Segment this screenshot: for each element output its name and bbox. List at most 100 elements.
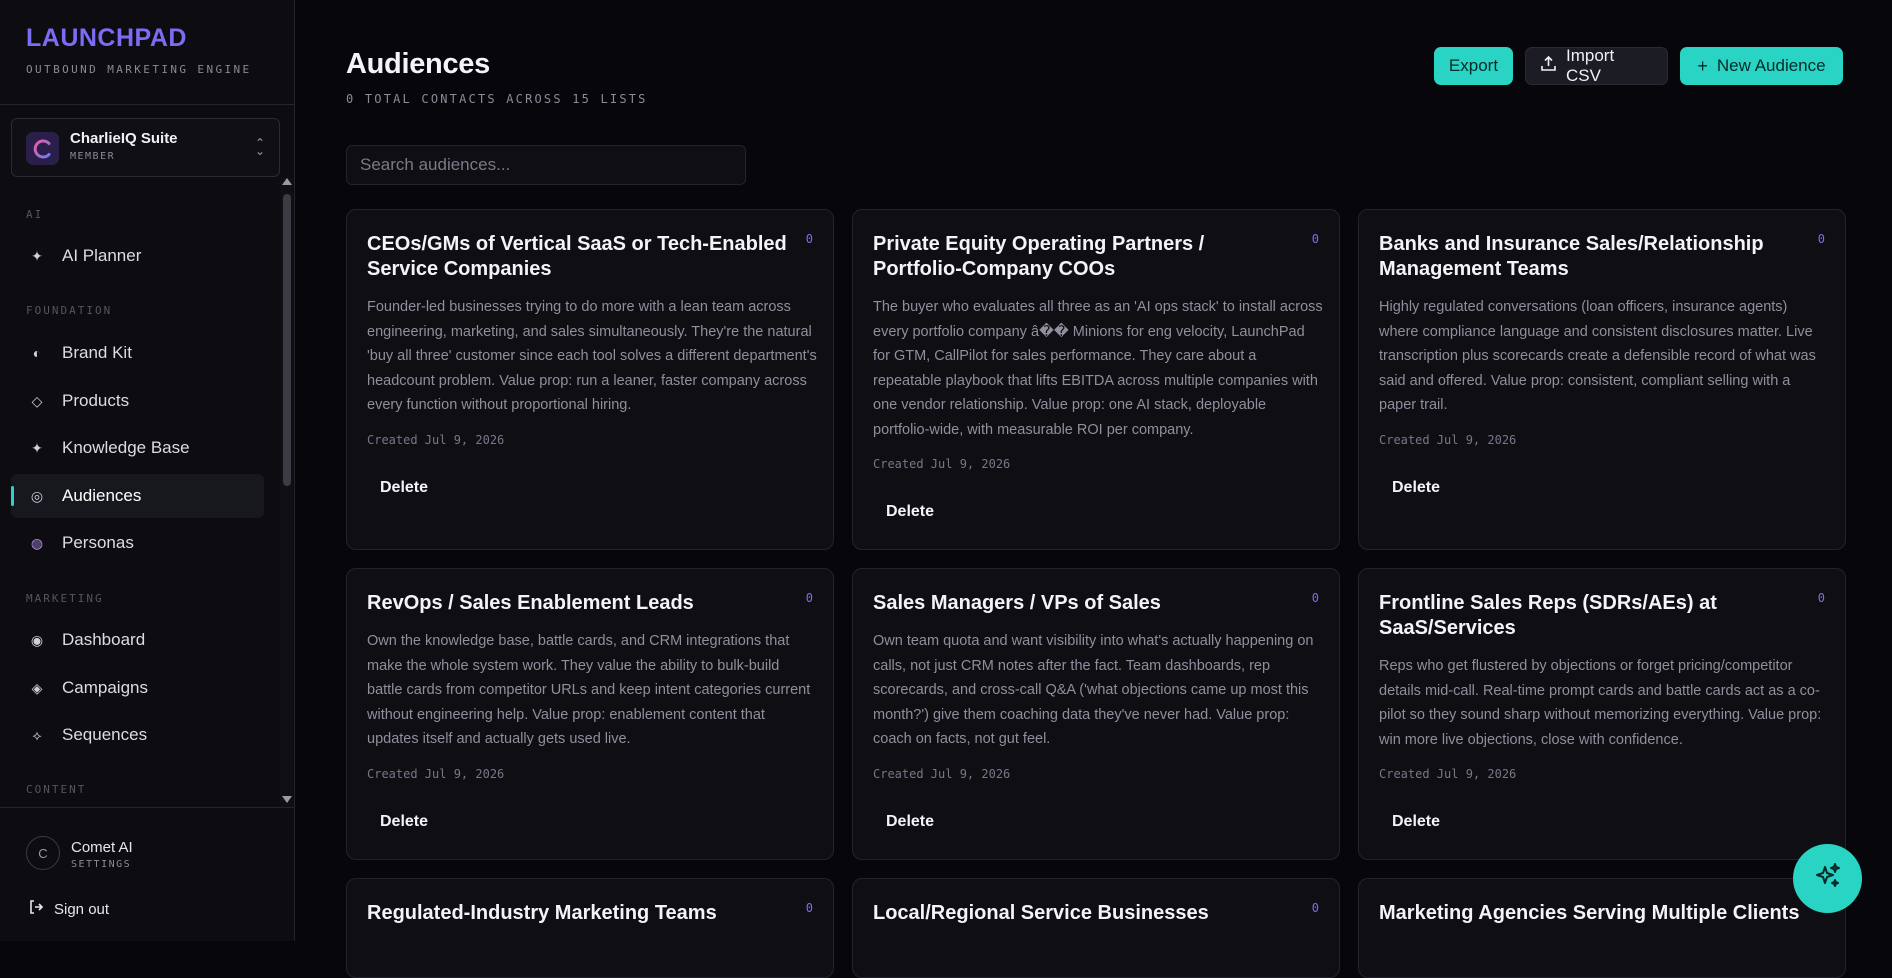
diamond-filled-icon: ◈ [31, 679, 43, 696]
sidebar-footer: C Comet AI SETTINGS Sign out [0, 807, 295, 941]
org-role: MEMBER [70, 151, 116, 162]
delete-button[interactable]: Delete [367, 471, 441, 505]
contact-count: 0 [805, 232, 813, 246]
card-title: Banks and Insurance Sales/Relationship M… [1379, 233, 1764, 280]
sparkle-icon: ✦ [31, 247, 43, 264]
sidebar-item-campaigns[interactable]: ◈ Campaigns [11, 666, 264, 710]
created-date: Created Jul 9, 2026 [873, 457, 1011, 471]
ai-assistant-button[interactable] [1793, 844, 1862, 913]
delete-button[interactable]: Delete [873, 495, 947, 529]
audience-card[interactable]: RevOps / Sales Enablement Leads 0 Own th… [346, 568, 834, 860]
delete-button[interactable]: Delete [367, 805, 441, 839]
diamond-outline-icon: ◇ [31, 392, 43, 409]
delete-button[interactable]: Delete [1379, 471, 1453, 505]
created-date: Created Jul 9, 2026 [873, 767, 1011, 781]
dot-circle-icon: ◉ [30, 631, 44, 648]
contact-count: 0 [805, 901, 813, 915]
sidebar-item-label: Dashboard [62, 630, 146, 649]
new-audience-label: New Audience [1716, 56, 1826, 75]
sidebar-item-label: Knowledge Base [62, 438, 190, 457]
card-title: Regulated-Industry Marketing Teams [367, 902, 717, 924]
card-title: Marketing Agencies Serving Multiple Clie… [1379, 902, 1800, 924]
nav-section-marketing: MARKETING [26, 592, 104, 605]
new-audience-button[interactable]: + New Audience [1680, 47, 1843, 85]
avatar[interactable]: C [26, 836, 60, 870]
audience-card[interactable]: Frontline Sales Reps (SDRs/AEs) at SaaS/… [1358, 568, 1846, 860]
nav-section-foundation: FOUNDATION [26, 304, 113, 317]
audience-card[interactable]: Banks and Insurance Sales/Relationship M… [1358, 209, 1846, 550]
audience-card[interactable]: Local/Regional Service Businesses 0 [852, 878, 1340, 978]
sidebar-item-label: Products [62, 391, 130, 410]
card-description: Own the knowledge base, battle cards, an… [367, 633, 811, 747]
import-csv-button[interactable]: Import CSV [1525, 46, 1668, 85]
settings-link[interactable]: SETTINGS [71, 859, 131, 870]
export-label: Export [1448, 56, 1499, 75]
audience-card[interactable]: CEOs/GMs of Vertical SaaS or Tech-Enable… [346, 209, 834, 550]
sidebar-item-brand-kit[interactable]: ◐ Brand Kit [11, 331, 264, 375]
sign-out-label: Sign out [54, 900, 110, 918]
created-date: Created Jul 9, 2026 [1379, 767, 1517, 781]
sidebar-item-label: Sequences [62, 725, 148, 744]
created-date: Created Jul 9, 2026 [367, 767, 505, 781]
contact-count: 0 [1311, 901, 1319, 915]
search-input[interactable] [346, 145, 746, 185]
scroll-up-icon[interactable] [282, 178, 292, 185]
delete-button[interactable]: Delete [1379, 805, 1453, 839]
sidebar-item-dashboard[interactable]: ◉ Dashboard [11, 618, 264, 662]
audience-card[interactable]: Private Equity Operating Partners / Port… [852, 209, 1340, 550]
delete-button[interactable]: Delete [873, 805, 947, 839]
card-title: Frontline Sales Reps (SDRs/AEs) at SaaS/… [1379, 592, 1717, 639]
page-subtitle: 0 TOTAL CONTACTS ACROSS 15 LISTS [346, 92, 648, 106]
upload-icon [1540, 55, 1557, 77]
sidebar-item-label: Personas [62, 533, 134, 552]
plus-icon: + [1697, 55, 1708, 76]
sidebar: LAUNCHPAD OUTBOUND MARKETING ENGINE Char… [0, 0, 295, 941]
page-title: Audiences [346, 48, 490, 80]
contact-count: 0 [805, 591, 813, 605]
half-circle-icon: ◐ [32, 345, 42, 361]
card-description: The buyer who evaluates all three as an … [873, 299, 1323, 438]
contact-count: 0 [1817, 591, 1825, 605]
card-description: Own team quota and want visibility into … [873, 633, 1314, 747]
audience-card[interactable]: Sales Managers / VPs of Sales 0 Own team… [852, 568, 1340, 860]
sign-out-icon [28, 899, 44, 919]
card-title: Sales Managers / VPs of Sales [873, 592, 1161, 614]
contact-count: 0 [1311, 232, 1319, 246]
audience-card[interactable]: Marketing Agencies Serving Multiple Clie… [1358, 878, 1846, 978]
sidebar-scroll-thumb[interactable] [283, 194, 291, 486]
org-name: CharlieIQ Suite [70, 130, 178, 147]
sidebar-item-sequences[interactable]: ⟡ Sequences [11, 713, 264, 757]
sidebar-item-label: AI Planner [62, 246, 142, 265]
card-description: Founder-led businesses trying to do more… [367, 299, 817, 413]
created-date: Created Jul 9, 2026 [367, 433, 505, 447]
user-name[interactable]: Comet AI [71, 839, 133, 856]
brand-tagline: OUTBOUND MARKETING ENGINE [26, 63, 252, 76]
sidebar-item-products[interactable]: ◇ Products [11, 379, 264, 423]
sidebar-item-label: Campaigns [62, 678, 148, 697]
audience-card[interactable]: Regulated-Industry Marketing Teams 0 [346, 878, 834, 978]
brand-logo[interactable]: LAUNCHPAD [26, 24, 187, 53]
main-content: Audiences 0 TOTAL CONTACTS ACROSS 15 LIS… [296, 0, 1892, 978]
card-title: Local/Regional Service Businesses [873, 902, 1209, 924]
sidebar-item-knowledge-base[interactable]: ✦ Knowledge Base [11, 426, 264, 470]
created-date: Created Jul 9, 2026 [1379, 433, 1517, 447]
divider [0, 104, 295, 105]
sidebar-item-ai-planner[interactable]: ✦ AI Planner [11, 234, 264, 278]
export-button[interactable]: Export [1434, 47, 1513, 85]
sidebar-item-audiences[interactable]: ◎ Audiences [11, 474, 264, 518]
scroll-down-icon[interactable] [282, 796, 292, 803]
sidebar-item-personas[interactable]: ◍ Personas [11, 521, 264, 565]
persona-icon: ◍ [30, 534, 44, 551]
import-label: Import CSV [1566, 46, 1615, 85]
sparkle-icon: ✦ [31, 439, 43, 456]
contact-count: 0 [1311, 591, 1319, 605]
sign-out-button[interactable]: Sign out [28, 899, 109, 919]
target-icon: ◎ [30, 487, 44, 504]
card-description: Reps who get flustered by objections or … [1379, 658, 1822, 748]
org-switcher[interactable]: CharlieIQ Suite MEMBER ⌃ ⌄ [11, 118, 280, 177]
sparkles-icon [1813, 861, 1843, 896]
diamond-small-icon: ⟡ [32, 726, 42, 743]
card-title: Private Equity Operating Partners / Port… [873, 233, 1205, 280]
nav-section-content: CONTENT [26, 783, 87, 796]
card-description: Highly regulated conversations (loan off… [1379, 299, 1816, 413]
